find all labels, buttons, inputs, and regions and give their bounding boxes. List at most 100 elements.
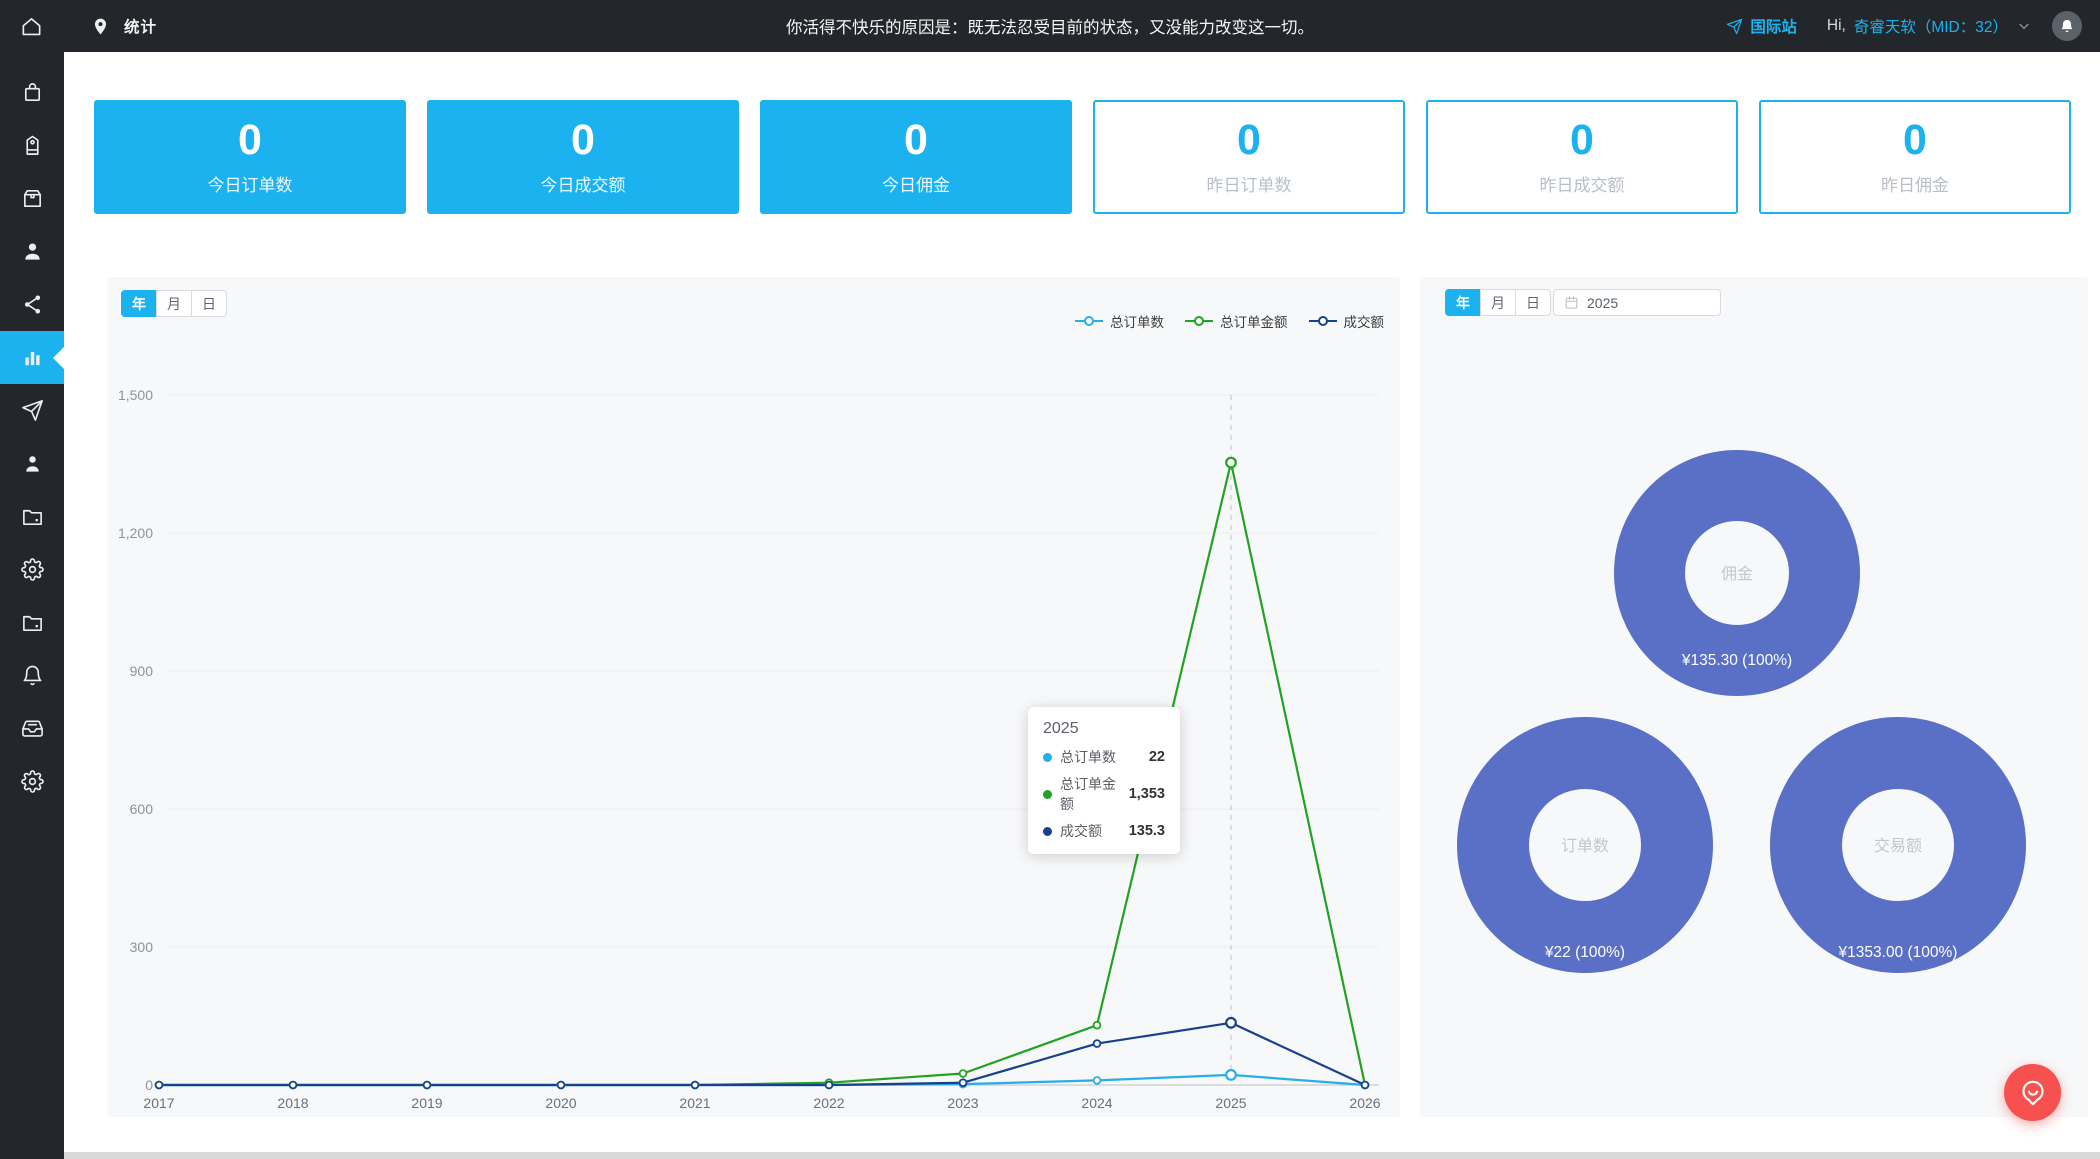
svg-text:2020: 2020 xyxy=(545,1095,576,1111)
donut-charts: 佣金¥135.30 (100%)订单数¥22 (100%)交易额¥1353.00… xyxy=(1420,277,2088,1117)
svg-text:1,200: 1,200 xyxy=(118,525,153,541)
chevron-down-icon[interactable] xyxy=(2016,18,2032,34)
sidebar-item-bar-chart[interactable] xyxy=(0,331,64,384)
tooltip-series-value: 135.3 xyxy=(1129,823,1165,839)
legend-label: 总订单金额 xyxy=(1220,311,1288,331)
sidebar-item-user[interactable] xyxy=(0,225,64,278)
sidebar-item-person[interactable] xyxy=(0,437,64,490)
svg-text:¥135.30 (100%): ¥135.30 (100%) xyxy=(1681,652,1792,669)
stat-cards-row: 0今日订单数0今日成交额0今日佣金0昨日订单数0昨日成交额0昨日佣金 xyxy=(94,100,2071,214)
stat-card-value: 0 xyxy=(238,119,262,162)
tooltip-series-dot xyxy=(1043,827,1052,836)
tooltip-series-dot xyxy=(1043,753,1052,762)
stat-card-label: 今日订单数 xyxy=(208,171,293,196)
greeting-text: Hi, xyxy=(1827,17,1846,35)
chart-tooltip: 2025 总订单数22 总订单金额 1,353 成交额 135.3 xyxy=(1028,707,1180,854)
svg-text:¥22 (100%): ¥22 (100%) xyxy=(1544,944,1625,961)
sidebar-item-share[interactable] xyxy=(0,278,64,331)
legend-item-0[interactable]: 总订单数 xyxy=(1074,311,1164,331)
stat-card-5: 0 昨日佣金 xyxy=(1759,100,2071,214)
tag-icon xyxy=(21,134,44,157)
tab-period-1[interactable]: 月 xyxy=(156,290,192,317)
sidebar xyxy=(0,52,64,1159)
sidebar-item-tag[interactable] xyxy=(0,119,64,172)
share-icon xyxy=(21,293,44,316)
sidebar-item-inbox[interactable] xyxy=(0,702,64,755)
line-chart: 03006009001,2001,50020172018201920202021… xyxy=(107,277,1400,1117)
legend-marker xyxy=(1184,315,1214,327)
tooltip-row-0: 总订单数22 xyxy=(1043,747,1165,767)
topbar-right: 国际站 Hi, 奇睿天软（MID：32） xyxy=(1726,11,2082,41)
sidebar-item-shopping-bag[interactable] xyxy=(0,66,64,119)
stat-card-label: 昨日订单数 xyxy=(1207,171,1292,196)
tooltip-series-value: 22 xyxy=(1149,749,1165,765)
stat-card-4: 0 昨日成交额 xyxy=(1426,100,1738,214)
user-menu[interactable]: 奇睿天软（MID：32） xyxy=(1854,15,2008,37)
notification-avatar[interactable] xyxy=(2052,11,2082,41)
stat-card-value: 0 xyxy=(904,119,928,162)
legend-marker xyxy=(1308,315,1338,327)
calendar-icon xyxy=(1564,295,1579,310)
tooltip-series-label: 总订单金额 xyxy=(1060,774,1121,814)
legend-marker xyxy=(1074,315,1104,327)
year-picker[interactable]: 2025 xyxy=(1553,289,1721,316)
svg-text:1,500: 1,500 xyxy=(118,387,153,403)
svg-text:2024: 2024 xyxy=(1081,1095,1112,1111)
donut-panel: 年月日 2025 佣金¥135.30 (100%)订单数¥22 (100%)交易… xyxy=(1420,277,2088,1117)
topbar: 统计 你活得不快乐的原因是：既无法忍受目前的状态，又没能力改变这一切。 国际站 … xyxy=(0,0,2100,52)
svg-text:300: 300 xyxy=(130,939,154,955)
site-link-label: 国际站 xyxy=(1750,15,1797,37)
inbox-icon xyxy=(21,717,44,740)
stat-card-value: 0 xyxy=(1570,119,1594,162)
page-title: 统计 xyxy=(124,15,157,37)
svg-text:2021: 2021 xyxy=(679,1095,710,1111)
stat-card-label: 昨日成交额 xyxy=(1540,171,1625,196)
svg-text:佣金: 佣金 xyxy=(1721,565,1753,583)
period-tab-group: 年月日 xyxy=(121,290,227,317)
tab-period-right-2[interactable]: 日 xyxy=(1515,289,1551,316)
tooltip-title: 2025 xyxy=(1043,720,1165,738)
sidebar-item-folder[interactable] xyxy=(0,490,64,543)
stat-card-value: 0 xyxy=(1903,119,1927,162)
gear-icon xyxy=(21,558,44,581)
home-icon[interactable] xyxy=(20,15,43,38)
stat-card-label: 今日成交额 xyxy=(541,171,626,196)
gear-icon xyxy=(21,770,44,793)
tab-period-2[interactable]: 日 xyxy=(191,290,227,317)
person-icon xyxy=(21,452,44,475)
legend-label: 总订单数 xyxy=(1110,311,1164,331)
stat-card-label: 昨日佣金 xyxy=(1881,171,1949,196)
tab-period-0[interactable]: 年 xyxy=(121,290,157,317)
stat-card-0: 0 今日订单数 xyxy=(94,100,406,214)
period-tab-group-right: 年月日 xyxy=(1445,289,1551,316)
tab-period-right-0[interactable]: 年 xyxy=(1445,289,1481,316)
user-icon xyxy=(21,240,44,263)
svg-text:900: 900 xyxy=(130,663,154,679)
sidebar-item-bell[interactable] xyxy=(0,649,64,702)
tooltip-series-value: 1,353 xyxy=(1129,786,1165,802)
tooltip-series-dot xyxy=(1043,790,1052,799)
stat-card-3: 0 昨日订单数 xyxy=(1093,100,1405,214)
stat-card-1: 0今日成交额 xyxy=(427,100,739,214)
svg-text:2026: 2026 xyxy=(1349,1095,1380,1111)
site-link[interactable]: 国际站 xyxy=(1726,15,1797,37)
sidebar-item-folder-10[interactable] xyxy=(0,596,64,649)
chart-legend: 总订单数 总订单金额成交额 xyxy=(1074,311,1384,331)
svg-text:2025: 2025 xyxy=(1215,1095,1246,1111)
send-icon xyxy=(21,399,44,422)
legend-item-2[interactable]: 成交额 xyxy=(1308,311,1385,331)
svg-text:2019: 2019 xyxy=(411,1095,442,1111)
legend-item-1[interactable]: 总订单金额 xyxy=(1184,311,1288,331)
smile-pin-icon xyxy=(2018,1078,2048,1108)
svg-text:0: 0 xyxy=(145,1077,153,1093)
feedback-fab[interactable] xyxy=(2004,1064,2061,1121)
sidebar-item-send[interactable] xyxy=(0,384,64,437)
motto-text: 你活得不快乐的原因是：既无法忍受目前的状态，又没能力改变这一切。 xyxy=(786,14,1314,38)
stat-card-value: 0 xyxy=(1237,119,1261,162)
sidebar-item-package[interactable] xyxy=(0,172,64,225)
sidebar-item-gear-13[interactable] xyxy=(0,755,64,808)
line-chart-panel: 年月日 总订单数总订单金额成交额 03006009001,2001,500201… xyxy=(107,277,1400,1117)
tooltip-series-label: 成交额 xyxy=(1060,821,1102,841)
sidebar-item-gear[interactable] xyxy=(0,543,64,596)
tab-period-right-1[interactable]: 月 xyxy=(1480,289,1516,316)
